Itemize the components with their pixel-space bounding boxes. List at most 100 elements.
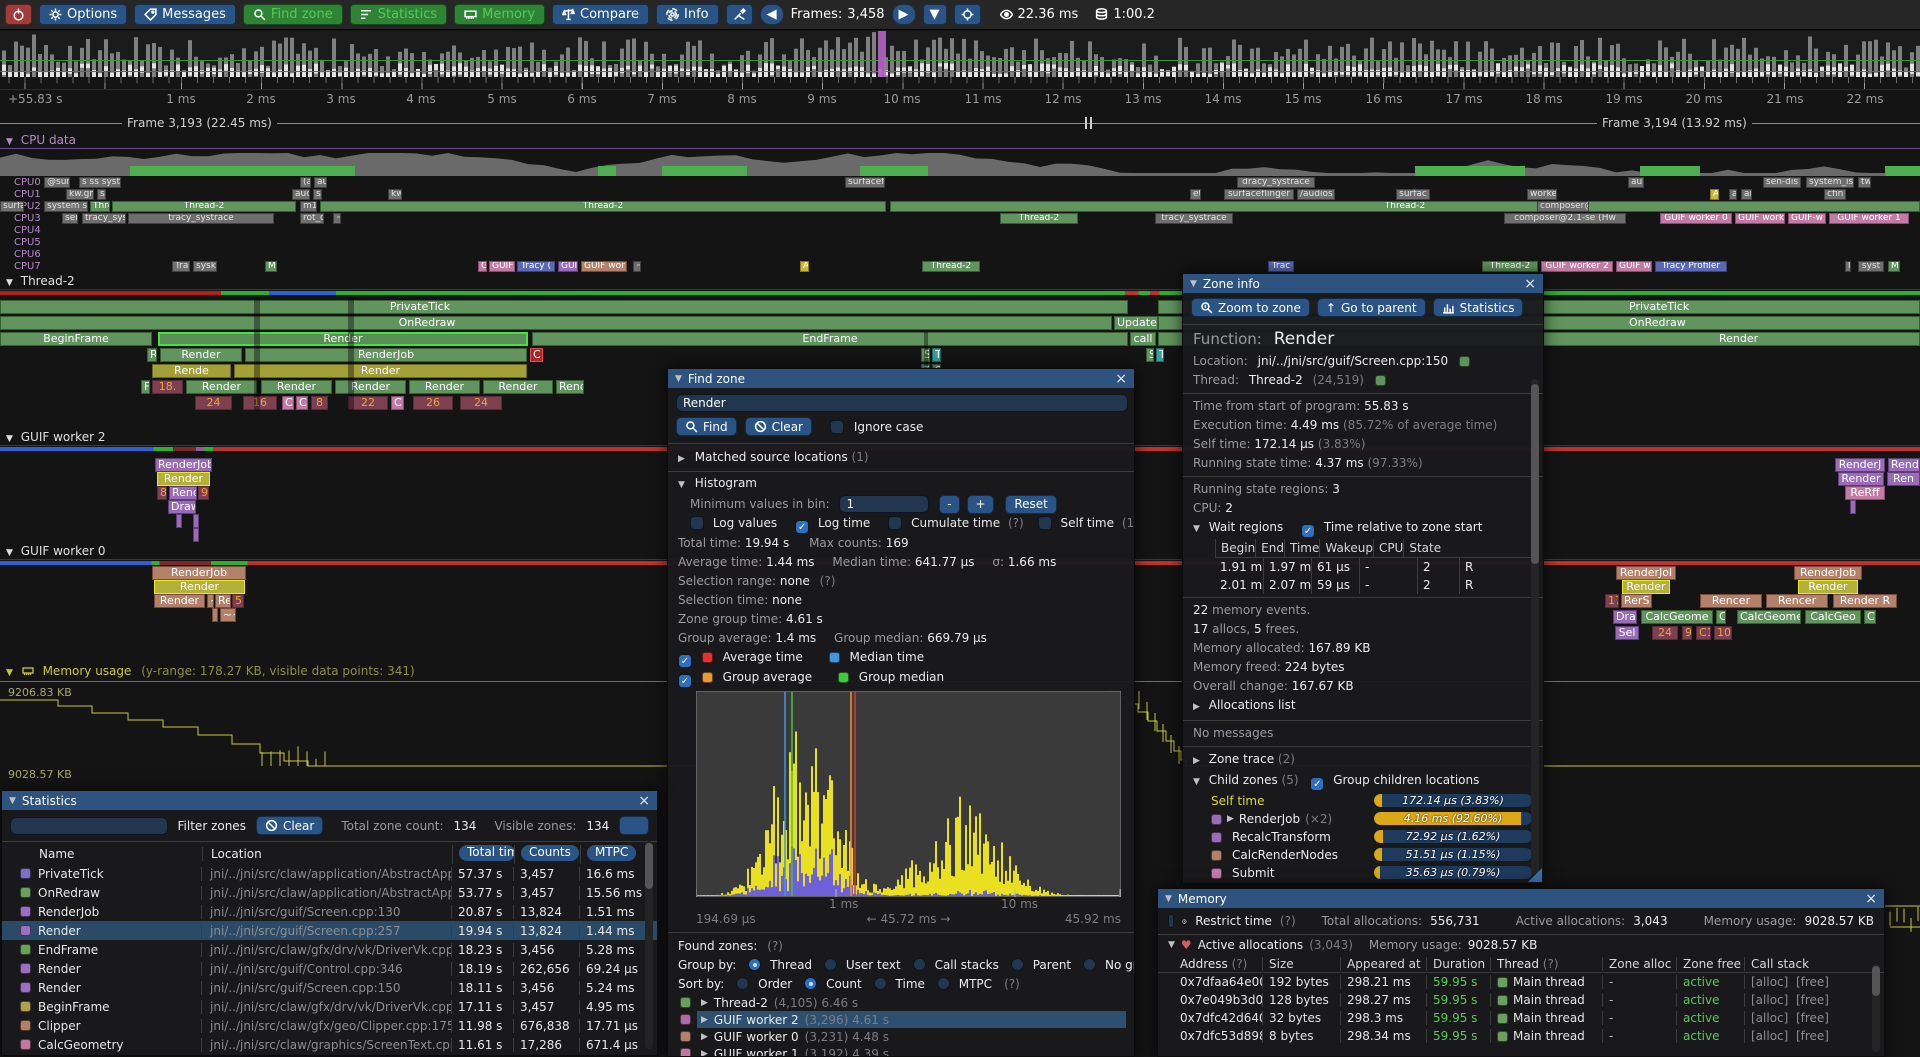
close-icon[interactable]: × bbox=[1865, 892, 1877, 906]
power-button[interactable] bbox=[5, 4, 32, 25]
collapse-icon[interactable]: ▼ bbox=[1193, 524, 1200, 534]
close-icon[interactable]: × bbox=[638, 794, 650, 808]
timeline-zone[interactable]: Rencer bbox=[1700, 594, 1762, 608]
zone-info-scrollbar[interactable] bbox=[1531, 379, 1539, 874]
timeline-zone[interactable]: 22 bbox=[348, 396, 388, 410]
timeline-zone[interactable]: RenderJob bbox=[1794, 566, 1862, 580]
zone-statistics-button[interactable]: Statistics bbox=[1433, 298, 1524, 317]
child-zones-label[interactable]: Child zones bbox=[1209, 773, 1278, 787]
timeline-zone[interactable]: Ren bbox=[1887, 472, 1920, 486]
restrict-time-checkbox[interactable] bbox=[1168, 914, 1174, 928]
timeline-zone[interactable]: system_is bbox=[1806, 177, 1854, 188]
timeline-zone[interactable]: Render bbox=[1838, 472, 1884, 486]
memory-button[interactable]: Memory bbox=[454, 4, 545, 25]
timeline-zone[interactable]: surfac bbox=[1396, 189, 1430, 200]
timeline-zone[interactable]: Render bbox=[261, 380, 332, 394]
timeline-zone[interactable]: GUIF work bbox=[1735, 213, 1785, 224]
timeline-zone[interactable]: C bbox=[530, 348, 543, 362]
child-zone-row[interactable]: ▶ RenderJob (×2) 4.16 ms (92.60%) bbox=[1183, 810, 1543, 828]
clipped-button[interactable] bbox=[619, 816, 649, 835]
timeline-zone[interactable]: Render bbox=[483, 380, 553, 394]
timeline-zone[interactable]: Rend bbox=[1888, 458, 1920, 472]
timeline-zone[interactable]: et bbox=[1190, 189, 1201, 200]
timeline-zone[interactable]: composer@2.1-se (Hw bbox=[1504, 213, 1626, 224]
close-icon[interactable]: × bbox=[1115, 372, 1127, 386]
options-button[interactable]: Options bbox=[39, 4, 127, 25]
found-zone-group-row[interactable]: ▶ Thread-2 (4,105) 6.46 s bbox=[668, 994, 1134, 1011]
timeline-zone[interactable]: 8 bbox=[311, 396, 328, 410]
col-mtpc[interactable]: MTPC bbox=[587, 845, 636, 861]
timeline-zone[interactable]: GUIF-w bbox=[1788, 213, 1826, 224]
timeline-zone[interactable]: C1 bbox=[1696, 626, 1711, 640]
find-button[interactable]: Find bbox=[676, 417, 737, 436]
option-checkbox[interactable] bbox=[888, 516, 902, 530]
next-frame-button[interactable]: ▶ bbox=[892, 4, 916, 25]
timeline-zone[interactable]: ~ bbox=[633, 261, 641, 272]
timeline-zone[interactable]: 17 bbox=[1605, 594, 1619, 608]
time-relative-checkbox[interactable] bbox=[1301, 524, 1315, 538]
timeline-zone[interactable]: call bbox=[1130, 332, 1156, 346]
option-checkbox[interactable] bbox=[690, 516, 704, 530]
frame-dropdown-button[interactable]: ▼ bbox=[923, 4, 947, 25]
time-ruler[interactable]: +55.83 s1 ms2 ms3 ms4 ms5 ms6 ms7 ms8 ms… bbox=[0, 77, 1920, 115]
sort-by-option[interactable]: Time bbox=[874, 975, 925, 994]
timeline-zone[interactable]: kw bbox=[388, 189, 402, 200]
timeline-zone[interactable]: CalcGeome bbox=[1641, 610, 1713, 624]
col-total-time[interactable]: Total time bbox=[459, 845, 514, 861]
timeline-zone[interactable]: RenderJol bbox=[1616, 566, 1676, 580]
timeline-zone[interactable] bbox=[176, 514, 182, 528]
messages-button[interactable]: Messages bbox=[134, 4, 236, 25]
sort-by-option[interactable]: Order bbox=[736, 975, 792, 994]
timeline-zone[interactable]: Render bbox=[154, 580, 245, 594]
timeline-zone[interactable]: Tracy ( bbox=[517, 261, 555, 272]
expand-icon[interactable]: ▶ bbox=[701, 1049, 708, 1057]
timeline-zone[interactable]: PrivateTick bbox=[0, 300, 1128, 314]
allocation-row[interactable]: 0x7dfc42d640 32 bytes 298.3 ms 59.95 s M… bbox=[1158, 1009, 1884, 1027]
timeline-zone[interactable]: rot_d bbox=[300, 213, 324, 224]
collapse-icon[interactable]: ▼ bbox=[675, 374, 682, 384]
timeline-zone[interactable]: Sel bbox=[1615, 626, 1639, 640]
timeline-zone[interactable]: tw bbox=[1858, 177, 1871, 188]
timeline-zone[interactable]: Render bbox=[234, 364, 527, 378]
timeline-zone[interactable]: RenderJob bbox=[245, 348, 527, 362]
min-bin-increment[interactable]: + bbox=[967, 495, 993, 514]
alloc-call-stack[interactable]: [alloc] [free] bbox=[1744, 1011, 1864, 1025]
col-address[interactable]: Address bbox=[1180, 957, 1228, 971]
timeline-zone[interactable]: a bbox=[1729, 189, 1737, 200]
timeline-zone[interactable]: Render bbox=[158, 332, 528, 346]
timeline-zone[interactable]: composer@ bbox=[1537, 201, 1589, 212]
wait-col-header[interactable]: Begin bbox=[1215, 539, 1255, 557]
compare-button[interactable]: Compare bbox=[552, 4, 649, 25]
min-bin-input[interactable]: 1 bbox=[839, 495, 929, 513]
timeline-zone[interactable]: 10 bbox=[1714, 626, 1732, 640]
timeline-zone[interactable]: @surf bbox=[44, 177, 70, 188]
option-checkbox[interactable] bbox=[1038, 516, 1052, 530]
timeline-zone[interactable]: surfacefl bbox=[845, 177, 885, 188]
histogram-option[interactable]: Log time bbox=[795, 514, 874, 534]
allocation-row[interactable]: 0x7e049b3d00 128 bytes 298.27 ms 59.95 s… bbox=[1158, 991, 1884, 1009]
stats-row[interactable]: Render jni/../jni/src/guif/Screen.cpp:25… bbox=[2, 921, 657, 940]
collapse-icon[interactable]: ▼ bbox=[1165, 894, 1172, 904]
timeline-zone[interactable]: S bbox=[921, 348, 930, 362]
expand-icon[interactable]: ▶ bbox=[1227, 814, 1234, 824]
timeline-zone[interactable]: Render bbox=[1622, 580, 1670, 594]
group-by-option[interactable]: No grouping bbox=[1083, 956, 1134, 975]
timeline-zone[interactable]: T bbox=[1156, 348, 1164, 362]
timeline-zone[interactable]: EndFrame bbox=[532, 332, 1128, 346]
stats-row[interactable]: RenderJob jni/../jni/src/guif/Screen.cpp… bbox=[2, 902, 657, 921]
timeline-zone[interactable]: 24 bbox=[1652, 626, 1678, 640]
timeline-zone[interactable]: Thread-2 bbox=[320, 201, 886, 212]
timeline-zone[interactable]: Thread-2 bbox=[112, 201, 296, 212]
timeline-zone[interactable]: RenderJob bbox=[155, 458, 212, 472]
timeline-zone[interactable]: cfin bbox=[1824, 189, 1846, 200]
timeline-zone[interactable]: m1a bbox=[300, 201, 317, 212]
timeline-zone[interactable]: M bbox=[1888, 261, 1900, 272]
collapse-icon[interactable]: ▼ bbox=[6, 668, 13, 678]
timeline-zone[interactable]: Render R bbox=[1833, 594, 1897, 608]
find-zone-histogram[interactable] bbox=[696, 691, 1121, 897]
stats-row[interactable]: CalcGeometry jni/../jni/src/claw/graphic… bbox=[2, 1035, 657, 1054]
timeline-zone[interactable]: RenderJ bbox=[1835, 458, 1885, 472]
timeline-zone[interactable]: C bbox=[282, 396, 294, 410]
wait-col-header[interactable]: CPU bbox=[1373, 539, 1403, 557]
timeline-zone[interactable]: Render bbox=[160, 348, 242, 362]
